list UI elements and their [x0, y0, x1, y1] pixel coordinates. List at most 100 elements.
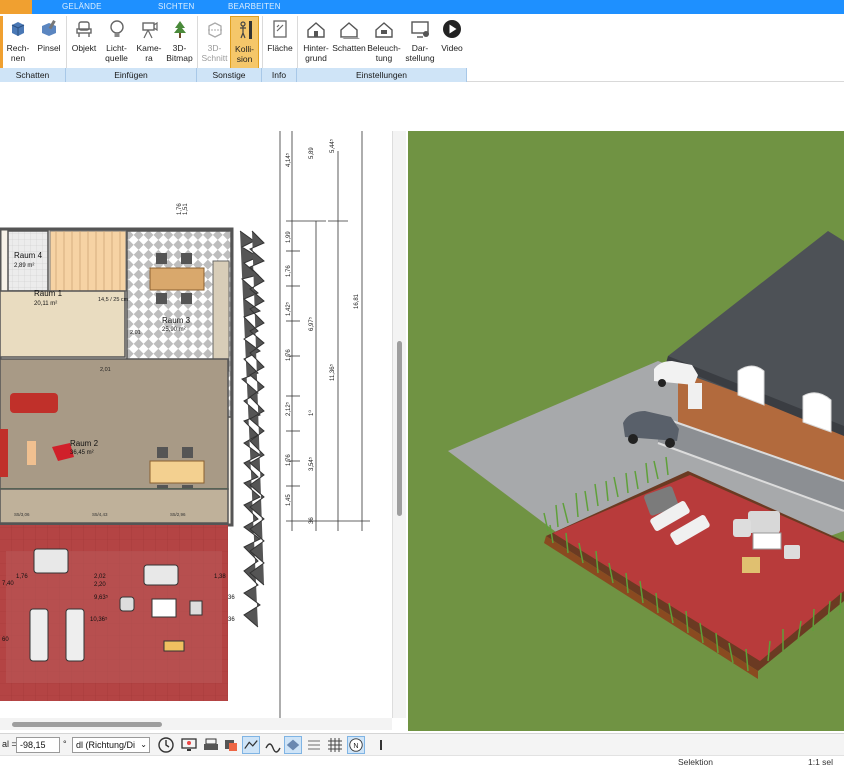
room-label: Raum 2	[70, 439, 99, 448]
horizontal-scroll-thumb[interactable]	[12, 722, 162, 727]
beleuchtung-button[interactable]: Beleuch- tung	[366, 16, 402, 70]
vertical-scroll-thumb[interactable]	[397, 341, 402, 516]
flaeche-icon	[273, 20, 287, 38]
video-icon	[443, 20, 461, 38]
printer-icon[interactable]	[202, 736, 220, 754]
rechnen-label: Rech- nen	[6, 43, 30, 63]
direction-select[interactable]: dl (Richtung/Di ⌄	[72, 737, 150, 753]
schatten-label: Schatten	[332, 43, 366, 53]
dim-label: 1,76	[286, 265, 292, 277]
dim-label: 1,51	[183, 203, 189, 215]
sunbed-2[interactable]	[65, 608, 85, 662]
status-scale: 1:1 sel	[808, 757, 834, 767]
terrace-wall	[0, 488, 229, 524]
3d-view[interactable]	[408, 131, 844, 731]
room-raum4[interactable]	[7, 230, 49, 292]
angle-input[interactable]	[16, 737, 60, 753]
dim-label: 7,40	[2, 581, 14, 587]
window-label: S5/2,96	[170, 512, 186, 517]
hintergrund-button[interactable]: Hinter- grund	[300, 16, 332, 70]
terrace-chair[interactable]	[119, 596, 135, 612]
north-icon[interactable]: N	[347, 736, 365, 754]
separator	[262, 16, 263, 68]
dim-label: 9,63⁵	[94, 594, 109, 601]
dining-table[interactable]	[149, 267, 205, 291]
schatten-button[interactable]: Schatten	[332, 16, 366, 70]
layers-icon[interactable]	[222, 736, 240, 754]
darstellung-icon	[411, 21, 429, 38]
grid-icon[interactable]	[326, 736, 344, 754]
kollision-button[interactable]: Kolli- sion	[230, 16, 259, 70]
darstellung-button[interactable]: Dar- stellung	[403, 16, 437, 70]
ribbon: Rech- nen Pinsel Objekt Licht- quelle Ka…	[0, 14, 844, 82]
kollision-label: Kolli- sion	[235, 44, 254, 64]
dim-label: 1,45	[286, 494, 292, 506]
plane-icon[interactable]	[284, 736, 302, 754]
kamera-icon	[142, 21, 158, 39]
dim-label: 6,97⁵	[308, 316, 315, 331]
dim-label: 60	[2, 637, 9, 643]
group-info: Info	[262, 68, 297, 82]
group-schatten: Schatten	[0, 68, 66, 82]
terrace-table[interactable]	[151, 598, 177, 618]
video-label: Video	[441, 43, 463, 53]
terrain-icon[interactable]	[242, 736, 260, 754]
screen-icon[interactable]	[180, 736, 198, 754]
rechnen-icon	[11, 22, 25, 36]
objekt-icon	[76, 21, 92, 37]
pinsel-label: Pinsel	[37, 43, 61, 53]
dim-label: 1,76	[286, 454, 292, 466]
dim-label: 14,5 / 25 cm	[98, 297, 129, 303]
tab-bearbeiten[interactable]: BEARBEITEN	[228, 2, 281, 11]
horizontal-scrollbar[interactable]	[0, 718, 392, 730]
side-table	[27, 441, 36, 465]
active-tab-indicator	[0, 0, 32, 14]
dim-label: 36	[309, 517, 315, 524]
sofa-side	[0, 429, 8, 477]
dim-label: 1,76	[286, 349, 292, 361]
kamera-button[interactable]: Kame- ra	[134, 16, 164, 70]
floor-plan-view[interactable]: 4,14⁵ 5,89 5,44⁵ 1,99 1,76 1,42⁵ 6,97⁵ 1…	[0, 131, 392, 718]
schnitt3d-button[interactable]: 3D- Schnitt	[199, 16, 230, 70]
dim-label: 2,01	[100, 367, 111, 373]
video-button[interactable]: Video	[437, 16, 467, 70]
window-label: S5/4,43	[92, 512, 108, 517]
status-bar: Selektion 1:1 sel	[0, 755, 844, 767]
clock-icon[interactable]	[157, 736, 175, 754]
flaeche-button[interactable]: Fläche	[265, 16, 295, 70]
sofa[interactable]	[10, 393, 58, 413]
room-area: 20,11 m²	[34, 301, 57, 307]
bitmap3d-button[interactable]: 3D- Bitmap	[164, 16, 195, 70]
dim-label: 5,89	[309, 147, 315, 159]
more-icon[interactable]	[372, 736, 390, 754]
angle-label: al =	[2, 739, 17, 749]
ribbon-tab-bar: GELÄNDE SICHTEN BEARBEITEN	[0, 0, 844, 14]
room-label: Raum 1	[34, 289, 63, 298]
group-einstellungen: Einstellungen	[297, 68, 467, 82]
rechnen-button[interactable]: Rech- nen	[4, 16, 32, 70]
terrace-ottoman[interactable]	[163, 640, 185, 652]
flaeche-label: Fläche	[267, 43, 293, 53]
tab-sichten[interactable]: SICHTEN	[158, 2, 195, 11]
dim-label: 3,54⁵	[308, 456, 315, 471]
lichtquelle-button[interactable]: Licht- quelle	[100, 16, 133, 70]
dim-label: 36	[228, 595, 235, 601]
table-raum2[interactable]	[149, 460, 205, 484]
hintergrund-icon	[307, 22, 325, 38]
separator	[297, 16, 298, 68]
hintergrund-label: Hinter- grund	[303, 43, 329, 63]
group-sonstige: Sonstige	[197, 68, 262, 82]
pinsel-button[interactable]: Pinsel	[34, 16, 64, 70]
sunbed-1[interactable]	[29, 608, 49, 662]
paths-icon[interactable]	[264, 736, 282, 754]
hedge	[239, 230, 265, 628]
tab-gelaende[interactable]: GELÄNDE	[62, 2, 102, 11]
lounge-sofa[interactable]	[33, 548, 69, 574]
objekt-button[interactable]: Objekt	[69, 16, 99, 70]
lounge-sofa-2[interactable]	[143, 564, 179, 586]
dim-label: 2,01	[130, 330, 141, 336]
terrace-chair[interactable]	[189, 600, 203, 616]
dim-label: 2,12⁵	[285, 401, 292, 416]
vertical-scrollbar[interactable]	[392, 131, 406, 718]
texture-icon[interactable]	[305, 736, 323, 754]
